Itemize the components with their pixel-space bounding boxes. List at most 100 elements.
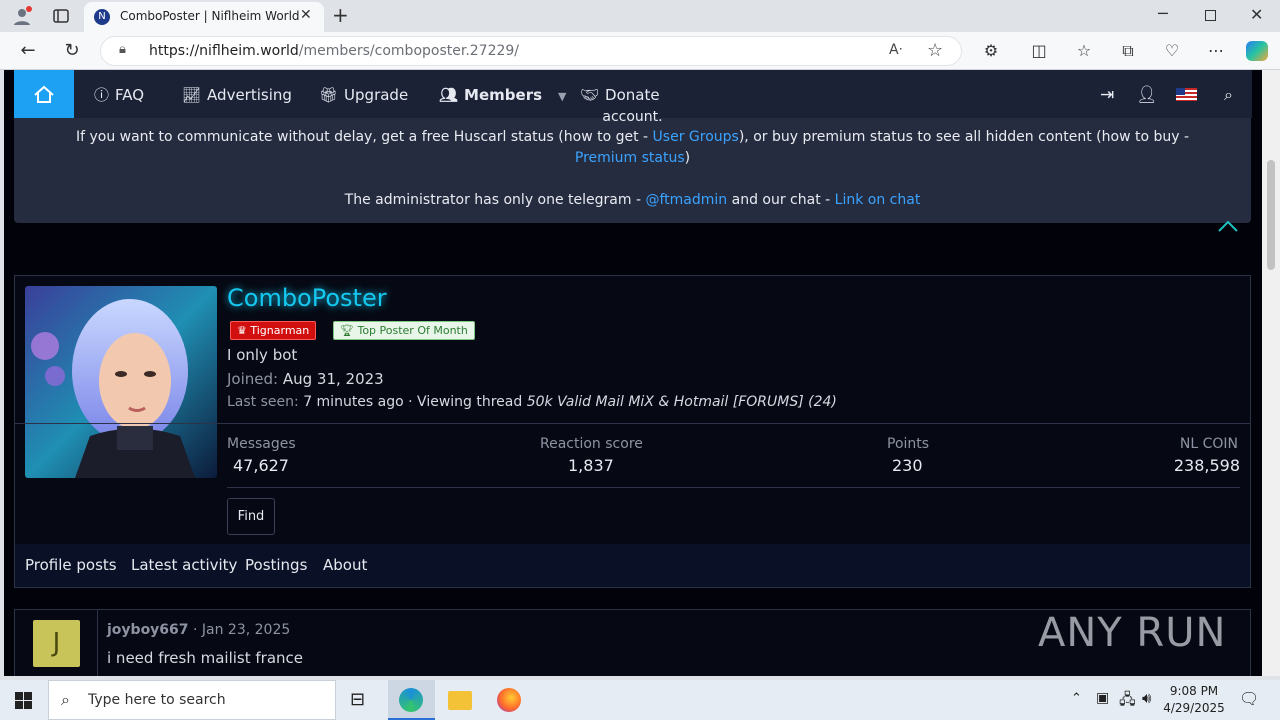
clock-time: 9:08 PM <box>1169 684 1219 698</box>
profile-icon[interactable] <box>12 6 32 26</box>
notice-text-2b: ) <box>684 150 691 166</box>
tab-postings[interactable]: Postings <box>245 556 307 574</box>
notice-banner: account. If you want to communicate with… <box>14 109 1251 223</box>
us-flag-icon[interactable] <box>1176 88 1197 101</box>
browser-tab[interactable]: N ComboPoster | Niflheim World ✕ <box>84 2 324 32</box>
tab-profile-posts[interactable]: Profile posts <box>25 556 117 574</box>
browser-tab-bar: N ComboPoster | Niflheim World ✕ + ─ ✕ <box>0 0 1280 32</box>
nav-upgrade-label: Upgrade <box>344 86 409 104</box>
notifications-icon[interactable]: 🗨︎ <box>1239 689 1259 708</box>
profile-card: ComboPoster ♛ Tignarman 🏆︎ Top Poster Of… <box>14 275 1251 588</box>
last-seen-label: Last seen: <box>227 394 299 410</box>
stat-messages-value[interactable]: 47,627 <box>233 456 289 475</box>
notice-line-3: The administrator has only one telegram … <box>14 192 1251 208</box>
edge-taskbar-icon[interactable] <box>388 680 435 720</box>
split-screen-icon[interactable]: ◫ <box>1028 41 1050 61</box>
profile-username[interactable]: ComboPoster <box>227 284 387 312</box>
badge2-label: Top Poster Of Month <box>357 324 468 337</box>
find-button[interactable]: Find <box>227 498 275 535</box>
scroll-top-icon[interactable] <box>1216 218 1240 234</box>
favorite-star-icon[interactable]: ☆ <box>927 40 943 61</box>
read-aloud-icon[interactable]: Aᐧ <box>889 42 902 58</box>
stats-divider-bottom <box>227 487 1240 488</box>
favorites-icon[interactable]: ☆ <box>1073 41 1095 61</box>
tab-actions-icon[interactable] <box>52 7 70 25</box>
tray-device-icon[interactable]: ▣ <box>1096 690 1109 706</box>
url-field[interactable]: 🔒︎ https://niflheim.world/members/combop… <box>100 36 962 66</box>
post-date[interactable]: · Jan 23, 2025 <box>193 622 290 638</box>
firefox-icon[interactable] <box>497 688 521 712</box>
role-badge-top-poster: 🏆︎ Top Poster Of Month <box>333 321 475 340</box>
notice-text-1a: If you want to communicate without delay… <box>75 129 653 145</box>
tab-close-icon[interactable]: ✕ <box>300 7 312 23</box>
stat-reaction-value[interactable]: 1,837 <box>568 456 614 475</box>
last-seen-value: 7 minutes ago · Viewing thread <box>303 394 527 410</box>
back-icon[interactable]: ← <box>17 41 39 61</box>
notice-text-3b: and our chat - <box>727 192 835 208</box>
volume-icon[interactable]: 🔊︎ <box>1142 689 1151 707</box>
chevron-down-icon[interactable]: ▼ <box>558 90 566 103</box>
telegram-admin-link[interactable]: @ftmadmin <box>645 192 727 208</box>
stat-points-label: Points <box>887 436 930 452</box>
joined-row: Joined: Aug 31, 2023 <box>227 370 384 388</box>
window-close-icon[interactable]: ✕ <box>1250 5 1263 24</box>
browser-essentials-icon[interactable]: ♡ <box>1161 41 1183 61</box>
copilot-icon[interactable] <box>1246 41 1268 61</box>
joined-value: Aug 31, 2023 <box>282 370 384 388</box>
nav-donate-label: Donate <box>605 86 660 104</box>
chat-link[interactable]: Link on chat <box>835 192 921 208</box>
scrollbar-thumb[interactable] <box>1267 160 1275 270</box>
web-page: ⓘ FAQ 📈︎ Advertising 🎁︎ Upgrade 👥︎ Members ▼ … <box>4 70 1262 676</box>
windows-taskbar: ⌕ Type here to search ⊟ ⌃ ▣ 🖧︎ 🔊︎ 9:08 P… <box>0 680 1280 720</box>
taskbar-search-placeholder: Type here to search <box>88 692 226 708</box>
stat-messages-label: Messages <box>227 436 296 452</box>
task-view-icon[interactable]: ⊟ <box>350 689 365 710</box>
stats-divider-top <box>15 423 1250 424</box>
notice-text-1b: ), or buy premium status to see all hidd… <box>738 129 1190 145</box>
premium-status-link[interactable]: Premium status <box>575 150 685 166</box>
minimize-icon[interactable]: ─ <box>1158 4 1168 23</box>
user-groups-link[interactable]: User Groups <box>653 129 739 145</box>
post-meta: joyboy667 · Jan 23, 2025 <box>107 622 290 638</box>
stat-coin-value: 238,598 <box>1173 456 1240 475</box>
profile-status: I only bot <box>227 346 298 364</box>
post-author-avatar[interactable]: J <box>33 620 80 667</box>
file-explorer-icon[interactable] <box>448 691 472 710</box>
anyrun-watermark: ANY RUN <box>1038 610 1226 656</box>
url-path: /members/comboposter.27229/ <box>298 43 520 59</box>
stat-coin-label: NL COIN <box>1179 436 1238 452</box>
address-bar-row: ← ↻ 🔒︎ https://niflheim.world/members/co… <box>0 32 1280 70</box>
tab-title: ComboPoster | Niflheim World <box>120 9 300 23</box>
tray-chevron-icon[interactable]: ⌃ <box>1071 691 1082 706</box>
post-author[interactable]: joyboy667 <box>107 622 189 638</box>
stat-points-value[interactable]: 230 <box>892 456 923 475</box>
refresh-icon[interactable]: ↻ <box>61 41 83 61</box>
last-seen-thread-link[interactable]: 50k Valid Mail MiX & Hotmail [FORUMS] (2… <box>527 394 837 410</box>
collections-icon[interactable]: ⧉ <box>1117 41 1139 61</box>
network-icon[interactable]: 🖧︎ <box>1119 689 1136 714</box>
post-divider <box>97 610 98 676</box>
new-tab-icon[interactable]: + <box>332 3 349 27</box>
more-menu-icon[interactable]: ⋯ <box>1205 41 1227 61</box>
post-text: i need fresh mailist france <box>107 649 304 667</box>
url-host: https://niflheim.world <box>149 43 299 59</box>
taskbar-search-input[interactable]: ⌕ Type here to search <box>48 680 336 720</box>
windows-start-icon[interactable] <box>15 692 32 709</box>
restore-icon[interactable] <box>1205 10 1216 21</box>
watermark-text: ANY RUN <box>1038 610 1227 656</box>
profile-avatar[interactable] <box>25 286 217 478</box>
extensions-icon[interactable]: ⚙ <box>980 41 1002 61</box>
notice-cut-text: account. <box>602 109 663 125</box>
tab-latest-activity[interactable]: Latest activity <box>131 556 237 574</box>
url-text: https://niflheim.world/members/combopost… <box>149 43 519 59</box>
tab-about[interactable]: About <box>323 556 367 574</box>
lock-icon[interactable]: 🔒︎ <box>119 42 126 57</box>
page-scrollbar[interactable] <box>1262 70 1280 676</box>
nav-advertising-label: Advertising <box>207 86 292 104</box>
badge1-label: Tignarman <box>250 324 310 337</box>
trophy-icon: 🏆︎ <box>340 324 358 337</box>
role-badge-tignarman: ♛ Tignarman <box>230 321 317 340</box>
stat-reaction-label: Reaction score <box>540 436 643 452</box>
clock[interactable]: 9:08 PM 4/29/2025 <box>1162 683 1226 717</box>
notice-line-2: Premium status) <box>14 150 1251 166</box>
